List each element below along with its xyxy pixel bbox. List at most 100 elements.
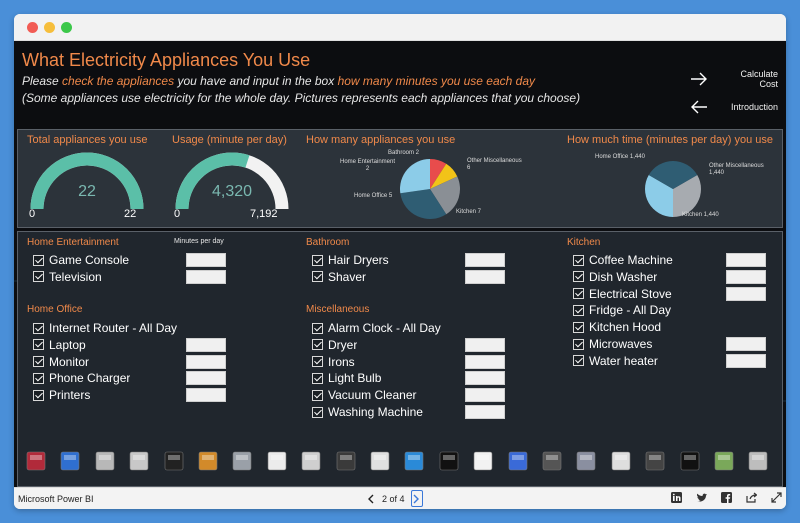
- appliance-label: Microwaves: [589, 337, 653, 351]
- checkbox-checked[interactable]: [573, 271, 584, 283]
- pie-slice-other-miscellaneous[interactable]: [400, 159, 430, 194]
- appliances-pie-chart: [400, 159, 460, 219]
- facebook-icon[interactable]: [721, 492, 732, 503]
- washing-machine-icon: [92, 446, 118, 474]
- appliance-thumbnails: [23, 446, 779, 474]
- checkbox-checked[interactable]: [573, 288, 584, 300]
- twitter-icon[interactable]: [696, 492, 707, 503]
- section-kitchen: Kitchen: [567, 237, 601, 248]
- minutes-input[interactable]: [465, 269, 505, 284]
- home-office-item[interactable]: Internet Router - All Day: [33, 320, 177, 336]
- close-window-icon[interactable]: [27, 22, 38, 33]
- checkbox-checked[interactable]: [573, 304, 584, 316]
- minutes-input[interactable]: [726, 286, 766, 301]
- monitor-icon: [711, 446, 737, 474]
- stove-icon: [333, 446, 359, 474]
- checkbox-checked[interactable]: [312, 339, 323, 351]
- minimize-window-icon[interactable]: [44, 22, 55, 33]
- minutes-input[interactable]: [186, 253, 226, 267]
- minutes-input[interactable]: [726, 269, 766, 284]
- bathroom-item[interactable]: Hair Dryers: [312, 252, 389, 268]
- kitchen-hood-icon: [745, 446, 771, 474]
- arrow-left-icon: [691, 100, 707, 114]
- checkbox-checked[interactable]: [312, 271, 323, 283]
- report-canvas: What Electricity Appliances You Use Plea…: [14, 41, 786, 487]
- home-entertainment-item[interactable]: Game Console: [33, 252, 129, 268]
- appliance-label: Hair Dryers: [328, 253, 389, 267]
- checkbox-checked[interactable]: [312, 254, 323, 266]
- minutes-input[interactable]: [465, 405, 505, 419]
- page-navigator: 2 of 4: [364, 490, 423, 507]
- checkbox-checked[interactable]: [573, 338, 584, 350]
- kitchen-item[interactable]: Electrical Stove: [573, 286, 672, 302]
- home-office-item[interactable]: Laptop: [33, 337, 86, 353]
- minutes-input[interactable]: [465, 354, 505, 369]
- minutes-input[interactable]: [186, 388, 226, 403]
- checkbox-checked[interactable]: [33, 271, 44, 283]
- miscellaneous-item[interactable]: Washing Machine: [312, 404, 423, 420]
- checkbox-checked[interactable]: [312, 322, 323, 334]
- minutes-input[interactable]: [186, 371, 226, 386]
- home-office-item[interactable]: Phone Charger: [33, 370, 130, 386]
- minutes-input[interactable]: [726, 337, 766, 351]
- checkbox-checked[interactable]: [33, 254, 44, 266]
- checkbox-checked[interactable]: [33, 339, 44, 351]
- home-office-item[interactable]: Printers: [33, 387, 90, 403]
- kitchen-item[interactable]: Water heater: [573, 353, 658, 369]
- calculate-cost-button[interactable]: Calculate Cost: [690, 69, 778, 89]
- appliances-pie-title: How many appliances you use: [306, 134, 456, 146]
- kitchen-item[interactable]: Microwaves: [573, 336, 652, 352]
- minutes-input[interactable]: [186, 354, 226, 369]
- home-entertainment-item[interactable]: Television: [33, 269, 102, 285]
- pie-label: Home Entertainment 2: [340, 159, 396, 172]
- minutes-input[interactable]: [726, 253, 766, 267]
- maximize-window-icon[interactable]: [61, 22, 72, 33]
- home-office-item[interactable]: Monitor: [33, 354, 89, 370]
- checkbox-checked[interactable]: [33, 372, 44, 384]
- minutes-input[interactable]: [186, 337, 226, 352]
- bathroom-item[interactable]: Shaver: [312, 269, 366, 285]
- minutes-input[interactable]: [465, 388, 505, 403]
- minutes-input[interactable]: [465, 371, 505, 386]
- miscellaneous-item[interactable]: Alarm Clock - All Day: [312, 320, 441, 336]
- kitchen-item[interactable]: Coffee Machine: [573, 252, 673, 268]
- kitchen-item[interactable]: Fridge - All Day: [573, 302, 671, 318]
- minutes-input[interactable]: [186, 269, 226, 284]
- next-page-button[interactable]: [410, 490, 423, 507]
- instruction-note: (Some appliances use electricity for the…: [22, 91, 581, 105]
- time-pie-title: How much time (minutes per day) you use: [567, 134, 774, 146]
- total-appliances-title: Total appliances you use: [27, 134, 148, 146]
- kitchen-item[interactable]: Kitchen Hood: [573, 319, 661, 335]
- minutes-input[interactable]: [726, 353, 766, 368]
- introduction-button[interactable]: Introduction: [690, 100, 778, 114]
- checkbox-checked[interactable]: [33, 322, 44, 334]
- appliance-label: Electrical Stove: [589, 286, 672, 301]
- appliance-label: Alarm Clock - All Day: [328, 321, 441, 335]
- appliance-label: Vacuum Cleaner: [328, 388, 417, 403]
- title-bar: [14, 14, 786, 41]
- instruction-line: Please check the appliances you have and…: [22, 74, 536, 88]
- miscellaneous-item[interactable]: Irons: [312, 354, 355, 370]
- checkbox-checked[interactable]: [312, 356, 323, 368]
- linkedin-icon[interactable]: [671, 492, 682, 503]
- miscellaneous-item[interactable]: Light Bulb: [312, 370, 381, 386]
- miscellaneous-item[interactable]: Dryer: [312, 337, 357, 353]
- appliance-label: Monitor: [49, 354, 90, 369]
- share-icon[interactable]: [746, 492, 757, 503]
- appliance-checklist-panel: Home Entertainment Minutes per day Home …: [17, 231, 783, 487]
- checkbox-checked[interactable]: [573, 254, 584, 266]
- expand-icon[interactable]: [771, 492, 782, 503]
- minutes-input[interactable]: [465, 337, 505, 352]
- previous-page-button[interactable]: [364, 490, 376, 507]
- total-appliances-max: 22: [124, 208, 137, 220]
- checkbox-checked[interactable]: [33, 389, 44, 401]
- checkbox-checked[interactable]: [573, 321, 584, 333]
- checkbox-checked[interactable]: [573, 355, 584, 367]
- checkbox-checked[interactable]: [33, 356, 44, 368]
- checkbox-checked[interactable]: [312, 389, 323, 401]
- checkbox-checked[interactable]: [312, 406, 323, 418]
- miscellaneous-item[interactable]: Vacuum Cleaner: [312, 387, 417, 403]
- checkbox-checked[interactable]: [312, 372, 323, 384]
- kitchen-item[interactable]: Dish Washer: [573, 269, 657, 285]
- minutes-input[interactable]: [465, 253, 505, 267]
